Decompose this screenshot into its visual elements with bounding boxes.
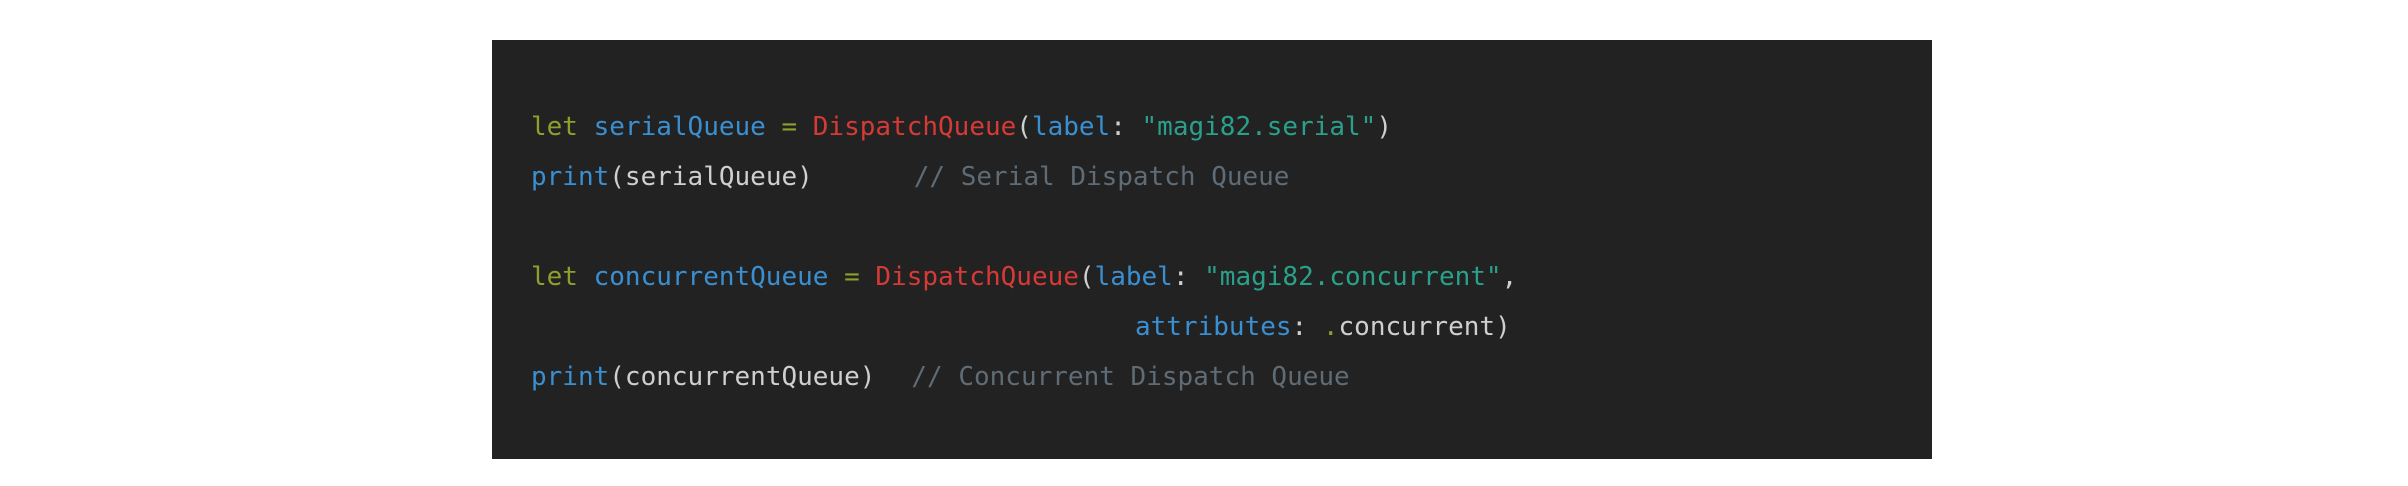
variable-serial-queue: serialQueue [593,112,766,142]
comment-concurrent: // Concurrent Dispatch Queue [911,362,1350,392]
type-dispatch-queue: DispatchQueue [875,262,1079,292]
code-block: let serialQueue = DispatchQueue(label: "… [492,40,1932,459]
colon: : [1291,312,1308,342]
print-args: (serialQueue) [609,162,813,192]
type-dispatch-queue: DispatchQueue [812,112,1017,142]
code-line-5: print(concurrentQueue) // Concurrent Disp… [531,352,1932,402]
assign-operator: = [844,262,860,292]
colon: : [1172,262,1189,292]
code-line-3: let concurrentQueue = DispatchQueue(labe… [531,252,1932,302]
keyword-let: let [531,112,578,142]
keyword-let: let [531,262,578,292]
open-paren: ( [1016,112,1032,142]
print-args: (concurrentQueue) [609,362,876,392]
function-print: print [531,162,610,192]
colon: : [1110,112,1126,142]
member-dot: . [1322,312,1339,342]
code-line-4: attributes: .concurrent) [531,302,1932,352]
comment-serial: // Serial Dispatch Queue [913,162,1290,192]
code-line-2: print(serialQueue) // Serial Dispatch Que… [531,152,1932,202]
code-line-1: let serialQueue = DispatchQueue(label: "… [531,102,1932,152]
param-label: label [1031,112,1111,142]
comma: , [1501,262,1518,292]
string-serial-label: "magi82.serial" [1141,112,1377,142]
open-paren: ( [1078,262,1095,292]
param-label: label [1094,262,1173,292]
close-paren: ) [1376,112,1392,142]
string-concurrent-label: "magi82.concurrent" [1204,262,1502,292]
close-paren: ) [1495,312,1511,342]
variable-concurrent-queue: concurrentQueue [593,262,829,292]
function-print: print [531,362,610,392]
value-concurrent: concurrent [1338,312,1496,342]
assign-operator: = [781,112,798,142]
param-attributes: attributes [1135,312,1292,342]
